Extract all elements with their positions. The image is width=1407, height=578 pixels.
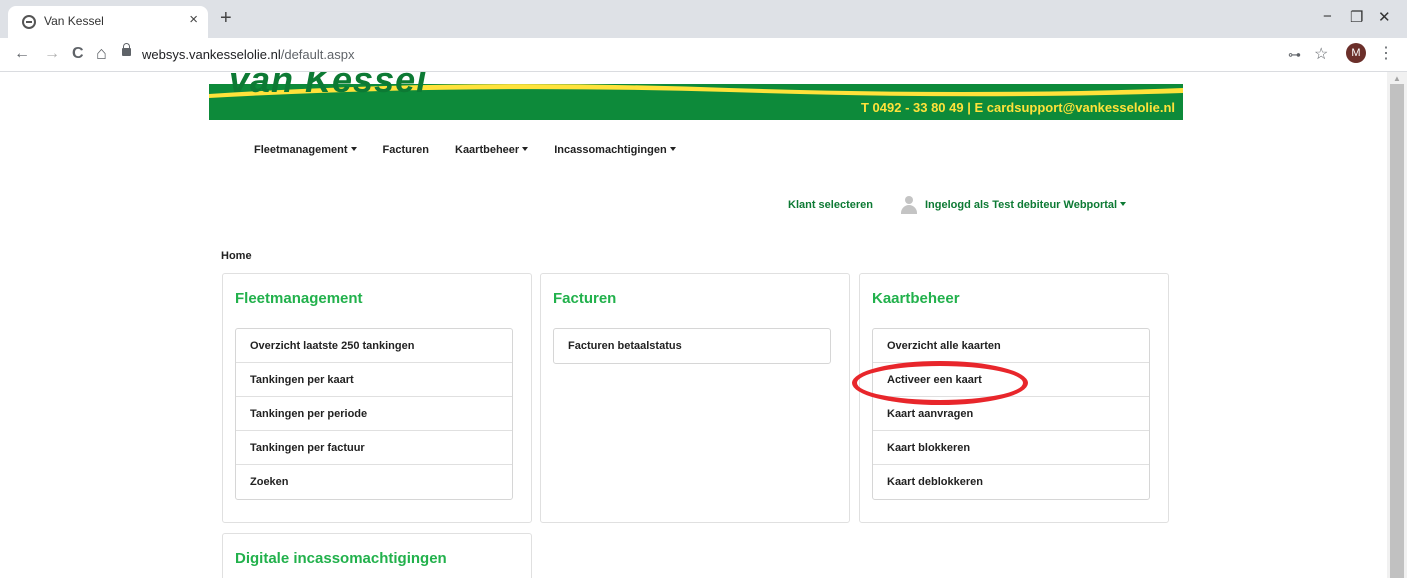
breadcrumb[interactable]: Home (221, 250, 252, 262)
new-tab-button[interactable]: + (220, 8, 232, 28)
van-kessel-logo[interactable]: van Kessel (229, 72, 427, 101)
list-item[interactable]: Tankingen per periode (236, 397, 512, 431)
list-item[interactable]: Zoeken (236, 465, 512, 499)
contact-info: T 0492 - 33 80 49 | E cardsupport@vankes… (860, 100, 1175, 115)
kaartbeheer-list: Overzicht alle kaarten Activeer een kaar… (872, 328, 1150, 500)
back-icon[interactable]: ← (14, 45, 30, 63)
close-window-button[interactable]: ✕ (1378, 8, 1391, 26)
highlight-annotation (852, 361, 1028, 405)
url-text: websys.vankesselolie.nl/default.aspx (142, 47, 355, 62)
panel-digitale-incassomachtigingen: Digitale incassomachtigingen (222, 533, 532, 578)
list-item[interactable]: Kaart deblokkeren (873, 465, 1149, 499)
user-menu[interactable]: Ingelogd als Test debiteur Webportal (925, 199, 1127, 211)
list-item[interactable]: Overzicht laatste 250 tankingen (236, 329, 512, 363)
list-item[interactable]: Overzicht alle kaarten (873, 329, 1149, 363)
forward-icon[interactable]: → (44, 45, 60, 63)
menu-icon[interactable]: ⋮ (1378, 43, 1394, 63)
list-item[interactable]: Kaart blokkeren (873, 431, 1149, 465)
list-item[interactable]: Tankingen per factuur (236, 431, 512, 465)
panel-title: Fleetmanagement (235, 290, 363, 307)
fleetmanagement-list: Overzicht laatste 250 tankingen Tankinge… (235, 328, 513, 500)
scrollbar-thumb[interactable] (1390, 84, 1404, 578)
select-client-link[interactable]: Klant selecteren (788, 199, 873, 211)
star-icon[interactable]: ☆ (1314, 44, 1328, 64)
nav-kaartbeheer[interactable]: Kaartbeheer (455, 144, 529, 156)
lock-icon (122, 43, 131, 56)
caret-down-icon (350, 147, 357, 151)
panel-title: Digitale incassomachtigingen (235, 550, 447, 567)
tab-close-icon[interactable]: × (189, 11, 198, 28)
address-bar[interactable]: websys.vankesselolie.nl/default.aspx (118, 42, 1278, 68)
scroll-up-icon[interactable]: ▲ (1393, 74, 1401, 83)
restore-button[interactable]: ❐ (1350, 8, 1363, 26)
key-icon[interactable]: ⊶ (1288, 47, 1301, 63)
vertical-scrollbar[interactable]: ▲ (1387, 72, 1407, 578)
facturen-list: Facturen betaalstatus (553, 328, 831, 364)
panel-title: Kaartbeheer (872, 290, 960, 307)
page-viewport: van Kessel T 0492 - 33 80 49 | E cardsup… (0, 72, 1387, 578)
list-item[interactable]: Tankingen per kaart (236, 363, 512, 397)
user-icon (900, 196, 917, 214)
main-navigation: Fleetmanagement Facturen Kaartbeheer Inc… (254, 144, 702, 156)
profile-avatar[interactable]: M (1346, 43, 1366, 63)
site-header-banner: van Kessel T 0492 - 33 80 49 | E cardsup… (209, 72, 1183, 120)
browser-tab[interactable]: Van Kessel × (8, 6, 208, 38)
panel-title: Facturen (553, 290, 617, 307)
browser-toolbar: ← → C ⌂ websys.vankesselolie.nl/default.… (0, 38, 1407, 72)
list-item[interactable]: Facturen betaalstatus (554, 329, 830, 363)
panel-fleetmanagement: Fleetmanagement Overzicht laatste 250 ta… (222, 273, 532, 523)
tab-title: Van Kessel (44, 14, 104, 28)
nav-incassomachtigingen[interactable]: Incassomachtigingen (554, 144, 676, 156)
caret-down-icon (522, 147, 529, 151)
caret-down-icon (669, 147, 676, 151)
minimize-button[interactable]: − (1323, 8, 1332, 25)
home-icon[interactable]: ⌂ (96, 43, 107, 64)
nav-facturen[interactable]: Facturen (383, 144, 429, 156)
reload-icon[interactable]: C (72, 45, 84, 63)
user-row: Klant selecteren Ingelogd als Test debit… (788, 196, 1127, 214)
panel-facturen: Facturen Facturen betaalstatus (540, 273, 850, 523)
nav-fleetmanagement[interactable]: Fleetmanagement (254, 144, 357, 156)
globe-icon (22, 15, 36, 29)
browser-tabstrip: Van Kessel × + − ❐ ✕ (0, 0, 1407, 38)
caret-down-icon (1120, 202, 1127, 206)
